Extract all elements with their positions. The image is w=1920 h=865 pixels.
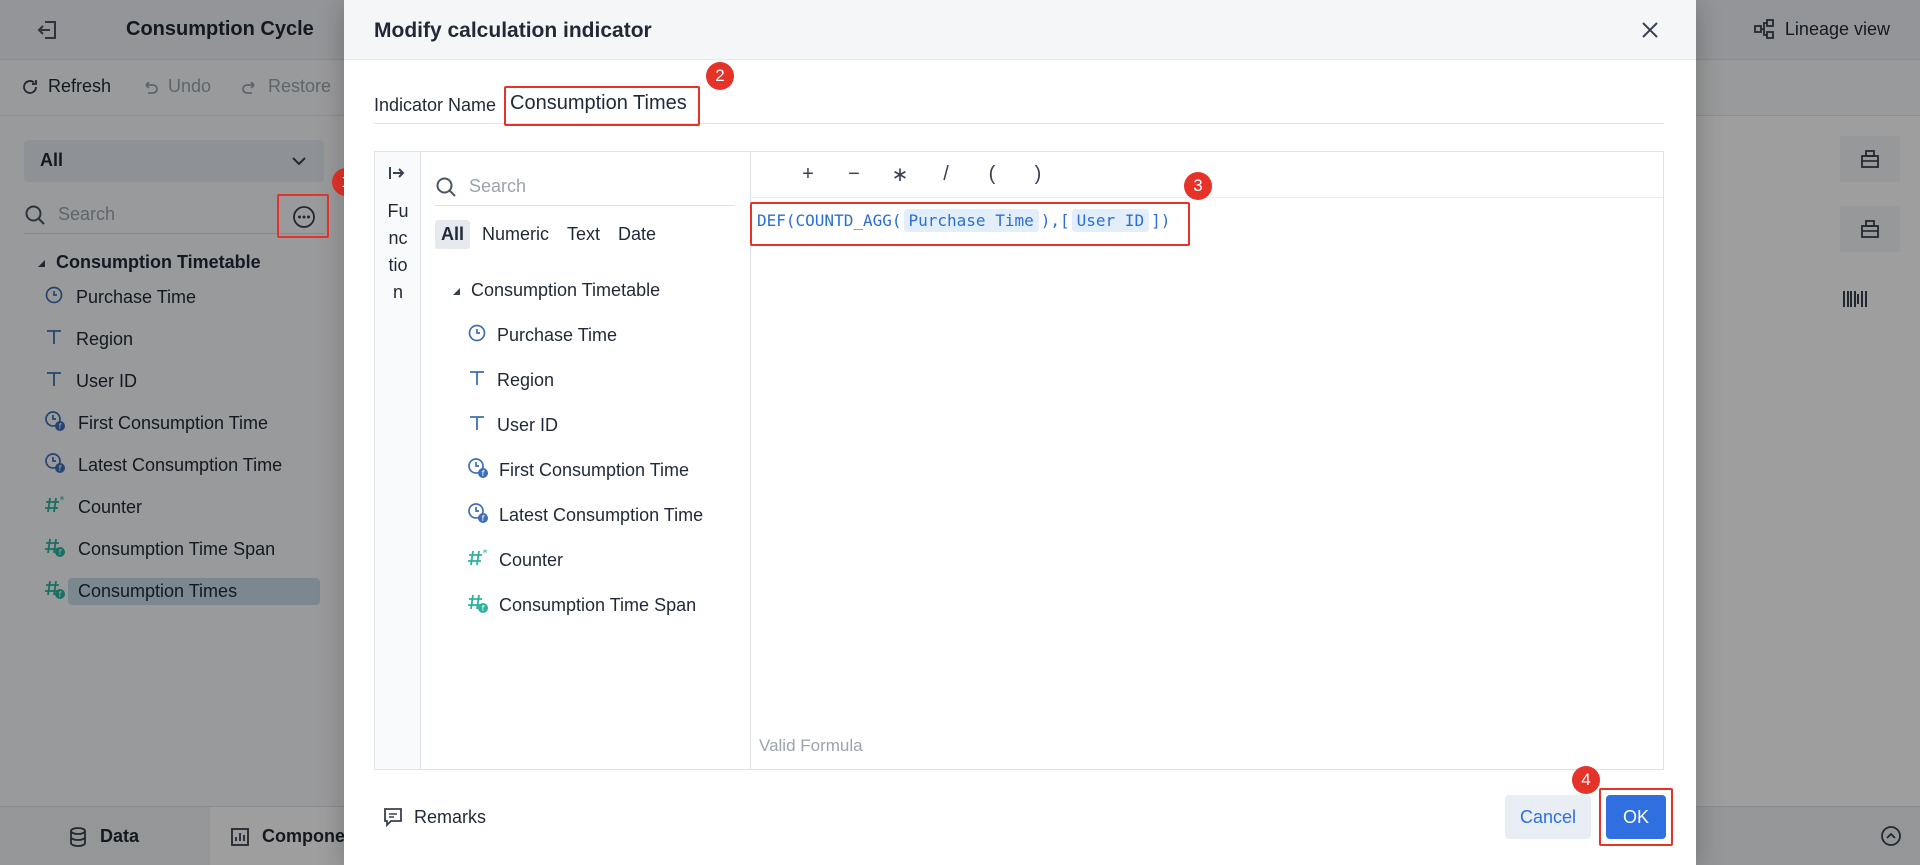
remarks-button[interactable]: Remarks: [382, 806, 486, 828]
filter-tab-text[interactable]: Text: [561, 220, 606, 249]
field-list-label: Purchase Time: [497, 324, 618, 345]
dialog-header: Modify calculation indicator: [344, 0, 1696, 60]
close-icon[interactable]: [1638, 18, 1662, 42]
annotation-box-2: [504, 86, 700, 126]
field-list-item[interactable]: * Counter: [467, 545, 563, 575]
field-list-label: Latest Consumption Time: [499, 504, 704, 525]
field-list-label: First Consumption Time: [499, 459, 690, 480]
field-filter-tabs: All Numeric Text Date: [435, 220, 662, 249]
svg-text:f: f: [482, 604, 485, 613]
svg-text:*: *: [483, 548, 488, 559]
field-table-name: Consumption Timetable: [471, 280, 661, 300]
close-paren-operator[interactable]: ): [1015, 163, 1061, 186]
annotation-badge-3: 3: [1184, 172, 1212, 200]
plus-operator[interactable]: +: [785, 163, 831, 186]
text-type-icon: [467, 413, 487, 438]
number-formula-icon: f: [467, 592, 489, 619]
filter-tab-date[interactable]: Date: [612, 220, 662, 249]
annotation-box-4: [1599, 788, 1673, 846]
field-list-item[interactable]: Region: [467, 365, 554, 395]
dialog-title: Modify calculation indicator: [374, 19, 652, 42]
field-list-item[interactable]: f First Consumption Time: [467, 455, 689, 485]
modify-indicator-dialog: Modify calculation indicator Indicator N…: [344, 0, 1696, 865]
multiply-operator[interactable]: ∗: [877, 162, 923, 187]
number-star-icon: *: [467, 547, 489, 574]
field-table-node[interactable]: Consumption Timetable: [451, 280, 660, 301]
field-list-panel: Search All Numeric Text Date Consumption…: [421, 152, 751, 769]
divide-operator[interactable]: /: [923, 163, 969, 186]
text-type-icon: [467, 368, 487, 393]
comment-icon: [384, 808, 402, 828]
search-icon: [436, 177, 456, 197]
svg-text:f: f: [482, 469, 485, 478]
field-list-label: Consumption Time Span: [499, 594, 697, 615]
indicator-name-label: Indicator Name: [374, 95, 497, 115]
formula-status: Valid Formula: [759, 736, 863, 755]
filter-tab-numeric[interactable]: Numeric: [476, 220, 555, 249]
field-list-label: Region: [497, 369, 555, 390]
svg-text:f: f: [482, 514, 485, 523]
field-list-item[interactable]: Purchase Time: [467, 320, 617, 350]
annotation-box-3: [750, 202, 1190, 246]
remarks-label: Remarks: [414, 806, 487, 827]
cancel-button[interactable]: Cancel: [1505, 795, 1591, 839]
field-search-input[interactable]: Search: [435, 168, 735, 206]
minus-operator[interactable]: −: [831, 163, 877, 186]
annotation-box-1: [277, 194, 329, 238]
field-list-label: User ID: [497, 414, 559, 435]
annotation-badge-4: 4: [1572, 766, 1600, 794]
field-list-label: Counter: [499, 549, 564, 570]
field-search-placeholder: Search: [469, 176, 527, 196]
function-label: Function: [387, 201, 409, 302]
field-list-item[interactable]: f Latest Consumption Time: [467, 500, 703, 530]
expand-arrow-icon: [389, 167, 405, 179]
clock-formula-icon: f: [467, 457, 489, 484]
clock-icon: [467, 323, 487, 348]
function-panel-toggle[interactable]: Function: [375, 152, 421, 769]
open-paren-operator[interactable]: (: [969, 163, 1015, 186]
field-list-item[interactable]: User ID: [467, 410, 558, 440]
field-list-item[interactable]: f Consumption Time Span: [467, 590, 696, 620]
collapse-triangle-icon: [453, 287, 460, 295]
annotation-badge-2: 2: [706, 62, 734, 90]
filter-tab-all[interactable]: All: [435, 220, 471, 249]
clock-formula-icon: f: [467, 502, 489, 529]
